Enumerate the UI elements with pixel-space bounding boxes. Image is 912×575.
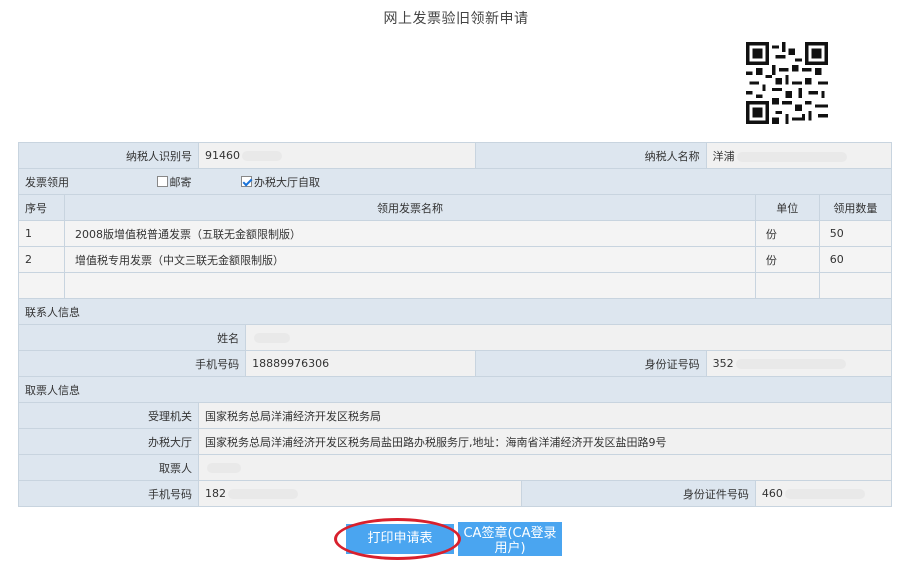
receiver-idcard-value: 460	[754, 480, 893, 507]
receiver-person-label: 取票人	[17, 454, 200, 481]
contact-section-label: 联系人信息	[18, 298, 892, 325]
receiver-idcard-label: 身份证件号码	[521, 480, 756, 507]
row-invoice-name: 2008版增值税普通发票（五联无金额限制版）	[64, 220, 756, 247]
mail-checkbox[interactable]	[156, 175, 168, 187]
receiver-phone-row: 手机号码 182 身份证件号码 460	[17, 480, 893, 507]
invoice-application-form: 纳税人识别号 91460 纳税人名称 洋浦 发票领用 邮寄 办税大厅自取 序号 …	[17, 142, 893, 507]
mail-option[interactable]: 邮寄	[156, 174, 192, 190]
hall-pickup-option[interactable]: 办税大厅自取	[241, 174, 320, 190]
taxpayer-id-value: 91460	[198, 142, 477, 169]
col-header-name: 领用发票名称	[64, 194, 756, 221]
empty-cell	[17, 272, 66, 299]
contact-phone-value: 18889976306	[245, 350, 477, 377]
receiver-section-row: 取票人信息	[18, 376, 892, 403]
contact-idcard-label: 身份证号码	[475, 350, 707, 377]
table-row-empty	[17, 272, 893, 299]
hall-pickup-option-label: 办税大厅自取	[254, 175, 320, 189]
row-no: 2	[17, 246, 66, 273]
row-invoice-name: 增值税专用发票（中文三联无金额限制版）	[64, 246, 756, 273]
empty-cell	[818, 272, 893, 299]
hall-label: 办税大厅	[17, 428, 200, 455]
taxpayer-row: 纳税人识别号 91460 纳税人名称 洋浦	[17, 142, 893, 169]
table-row: 2 增值税专用发票（中文三联无金额限制版） 份 60	[17, 246, 893, 273]
contact-name-label: 姓名	[17, 324, 247, 351]
invoice-pickup: 发票领用 邮寄 办税大厅自取	[18, 168, 892, 195]
contact-phone-row: 手机号码 18889976306 身份证号码 352	[17, 350, 893, 377]
hall-pickup-checkbox[interactable]	[241, 175, 252, 187]
hall-value: 国家税务总局洋浦经济开发区税务局盐田路办税服务厅,地址：海南省洋浦经济开发区盐田…	[198, 428, 892, 455]
empty-cell	[64, 272, 756, 299]
invoice-pickup-row: 发票领用 邮寄 办税大厅自取	[18, 168, 892, 195]
receiver-person-value	[198, 454, 892, 481]
authority-row: 受理机关 国家税务总局洋浦经济开发区税务局	[17, 402, 892, 429]
ca-sign-button[interactable]: CA签章(CA登录用户)	[458, 522, 562, 556]
col-header-unit: 单位	[754, 194, 820, 221]
contact-section-row: 联系人信息	[18, 298, 892, 325]
taxpayer-id-label: 纳税人识别号	[17, 142, 200, 169]
row-no: 1	[17, 220, 66, 247]
taxpayer-name-value: 洋浦	[705, 142, 893, 169]
receiver-person-row: 取票人	[17, 454, 892, 481]
authority-value: 国家税务总局洋浦经济开发区税务局	[198, 402, 892, 429]
mail-option-label: 邮寄	[169, 175, 192, 189]
page-title: 网上发票验旧领新申请	[383, 11, 529, 27]
empty-cell	[754, 272, 820, 299]
col-header-qty: 领用数量	[818, 194, 893, 221]
invoice-table-header: 序号 领用发票名称 单位 领用数量	[17, 194, 893, 221]
contact-phone-label: 手机号码	[17, 350, 247, 377]
table-row: 1 2008版增值税普通发票（五联无金额限制版） 份 50	[17, 220, 893, 247]
taxpayer-name-label: 纳税人名称	[475, 142, 707, 169]
receiver-section-label: 取票人信息	[18, 376, 892, 403]
print-application-button[interactable]: 打印申请表	[346, 524, 454, 554]
hall-row: 办税大厅 国家税务总局洋浦经济开发区税务局盐田路办税服务厅,地址：海南省洋浦经济…	[17, 428, 892, 455]
contact-name-row: 姓名	[17, 324, 892, 351]
invoice-pickup-label: 发票领用	[25, 175, 69, 189]
row-unit: 份	[754, 220, 820, 247]
row-qty: 60	[818, 246, 893, 273]
contact-name-value	[245, 324, 892, 351]
col-header-no: 序号	[17, 194, 66, 221]
contact-idcard-value: 352	[705, 350, 893, 377]
authority-label: 受理机关	[17, 402, 200, 429]
receiver-phone-label: 手机号码	[17, 480, 200, 507]
qr-code-icon	[746, 42, 828, 124]
row-qty: 50	[818, 220, 893, 247]
receiver-phone-value: 182	[198, 480, 523, 507]
row-unit: 份	[754, 246, 820, 273]
